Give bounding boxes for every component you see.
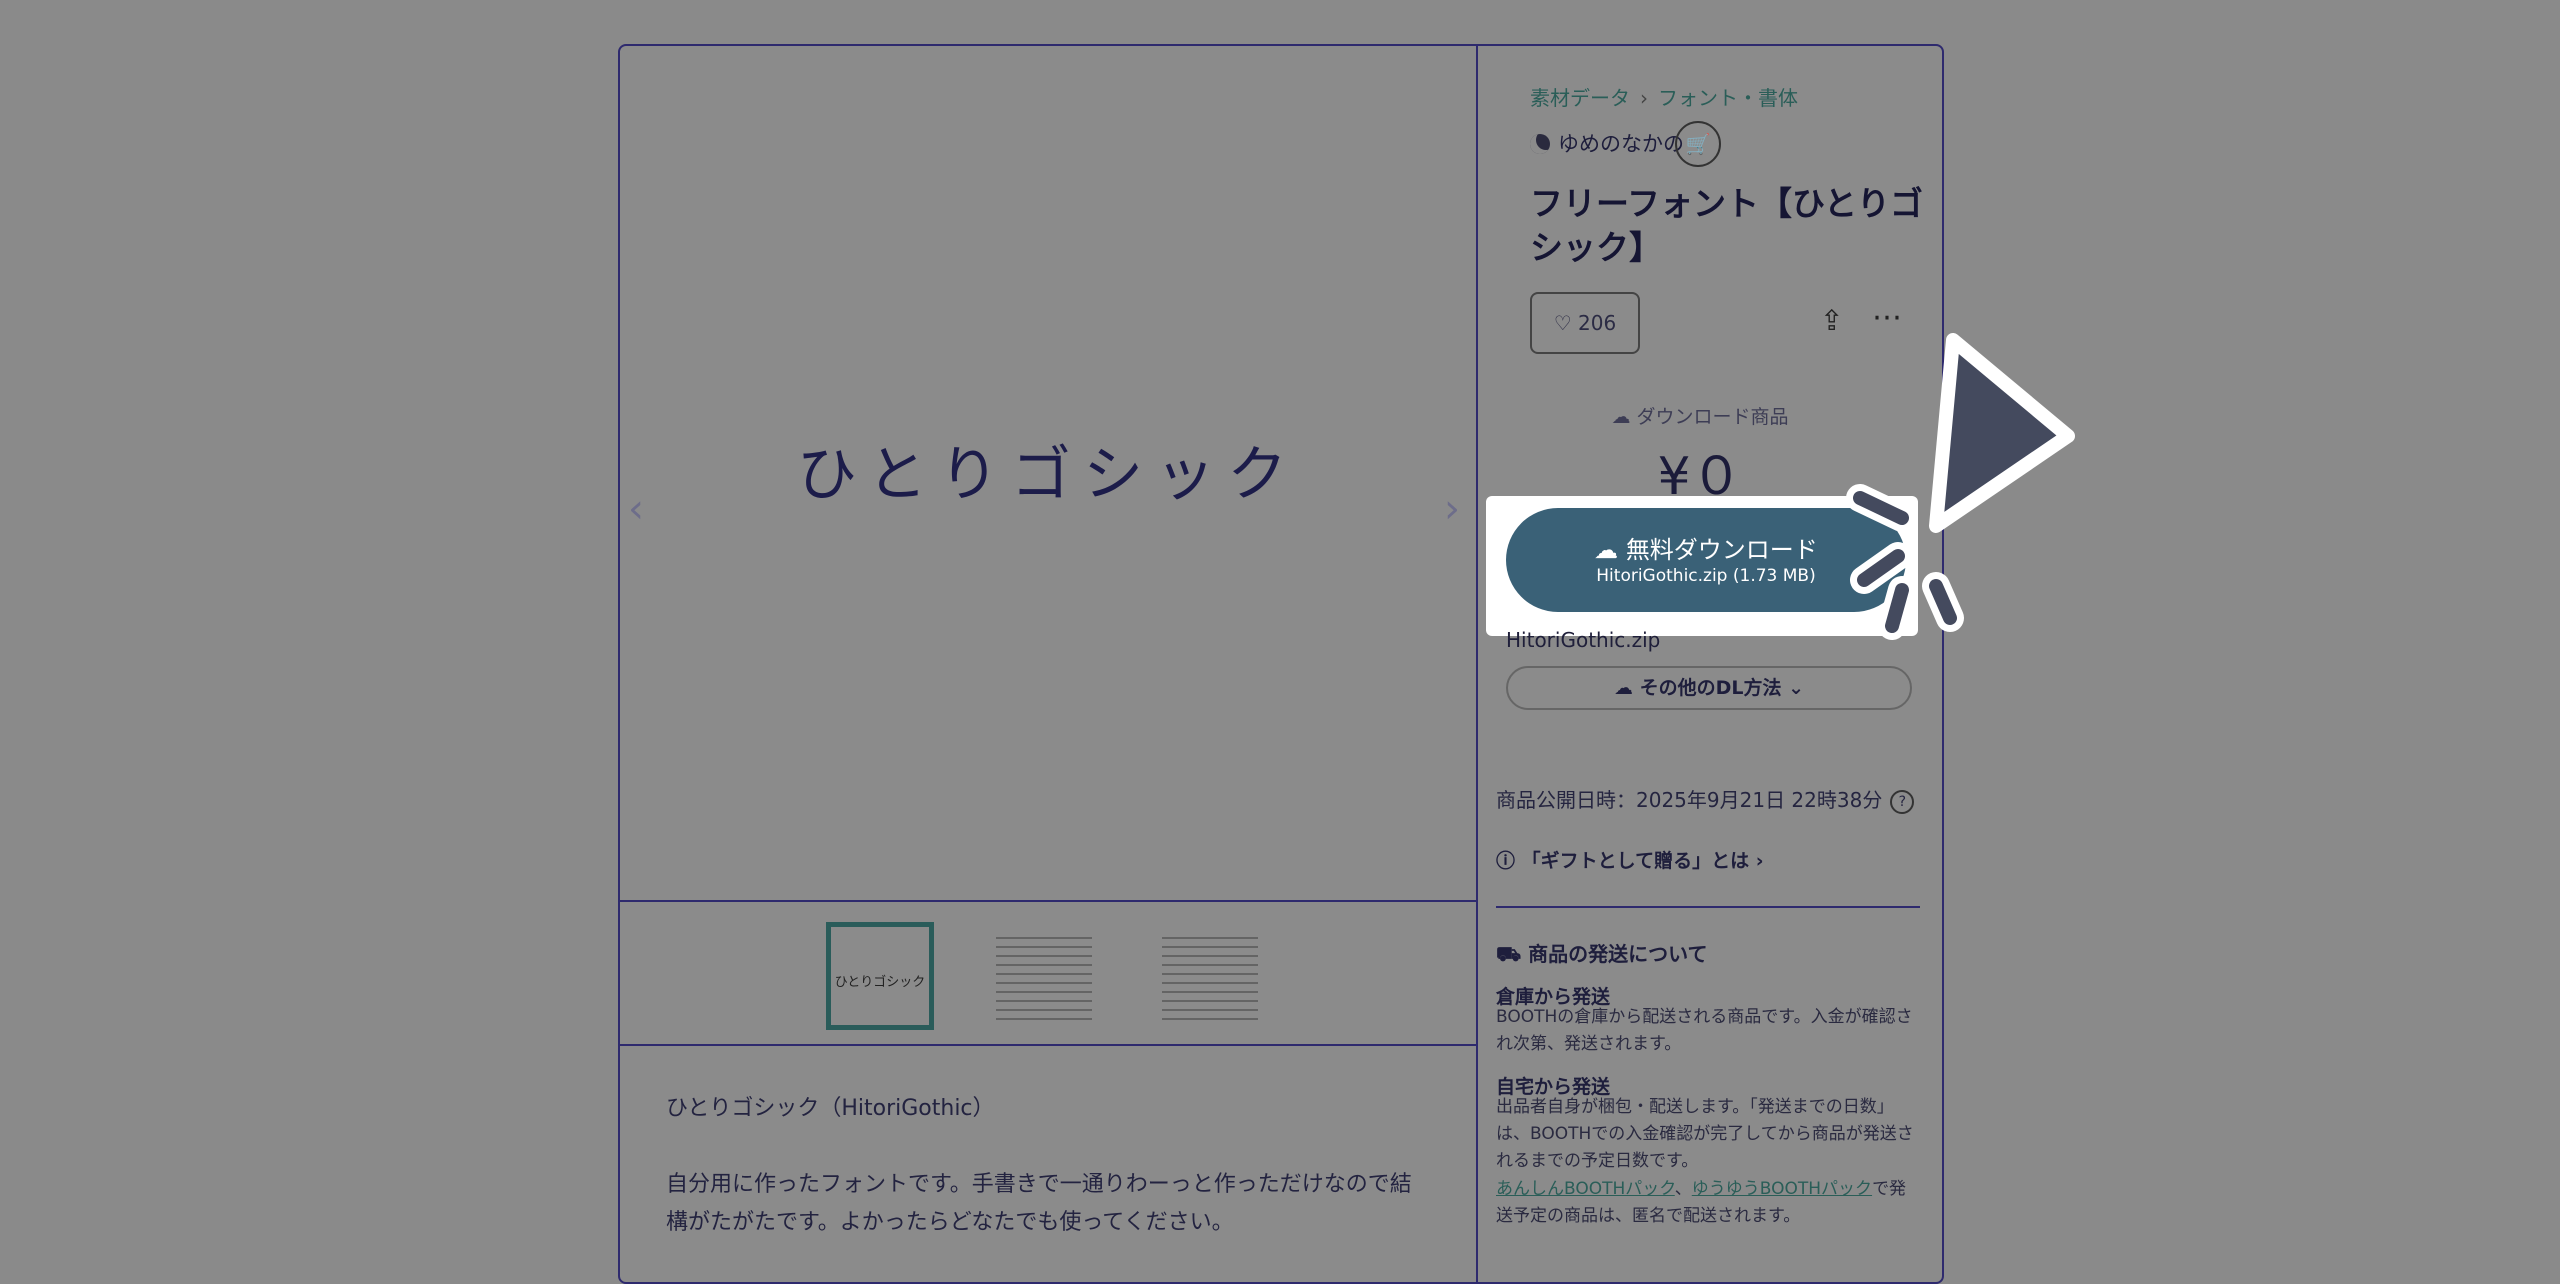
thumbnail-glyph-grid: [1162, 932, 1258, 1020]
gift-label: 「ギフトとして贈る」とは: [1521, 850, 1750, 872]
yuyu-booth-pack-link[interactable]: ゆうゆうBOOTHパック: [1692, 1179, 1872, 1199]
other-download-methods-button[interactable]: ☁ その他のDL方法 ⌄: [1506, 666, 1912, 710]
thumbnail-3[interactable]: [1156, 922, 1264, 1030]
thumbnail-label: ひとりゴシック: [834, 975, 926, 990]
cloud-download-icon: ☁: [1613, 677, 1633, 699]
like-count: 206: [1578, 311, 1617, 335]
main-image-text[interactable]: ひとりゴシック: [620, 426, 1476, 513]
pack-separator: 、: [1674, 1179, 1692, 1199]
breadcrumb-item-materials[interactable]: 素材データ: [1530, 86, 1630, 110]
thumbnail-1[interactable]: ひとりゴシック: [826, 922, 934, 1030]
shop-name: ゆめのなかの: [1558, 132, 1684, 156]
other-dl-label: その他のDL方法: [1639, 677, 1782, 699]
page-title: フリーフォント【ひとりゴシック】: [1530, 184, 1924, 267]
cart-icon[interactable]: 🛒: [1675, 121, 1721, 167]
pack-note: あんしんBOOTHパック、ゆうゆうBOOTHパックで発送予定の商品は、匿名で配送…: [1496, 1176, 1922, 1230]
chevron-right-icon: ›: [1755, 850, 1764, 872]
publish-date-text: 商品公開日時：2025年9月21日 22時38分: [1496, 788, 1883, 812]
truck-icon: ⛟: [1496, 942, 1522, 966]
prev-arrow-icon[interactable]: ‹: [628, 486, 644, 532]
question-icon[interactable]: ?: [1890, 790, 1915, 814]
question-circle-icon: ⓘ: [1496, 850, 1516, 872]
chevron-right-icon: ›: [1640, 86, 1648, 110]
warehouse-body: BOOTHの倉庫から配送される商品です。入金が確認され次第、発送されます。: [1496, 1007, 1913, 1054]
pointer-cursor-icon: [1846, 333, 2075, 640]
breadcrumb-item-fonts[interactable]: フォント・書体: [1658, 86, 1798, 110]
chevron-down-icon: ⌄: [1788, 677, 1805, 699]
gallery-divider: [620, 900, 1476, 902]
file-name: HitoriGothic.zip: [1506, 628, 1661, 652]
home-body: 出品者自身が梱包・配送します。「発送までの日数」は、BOOTHでの入金確認が完了…: [1496, 1097, 1914, 1171]
moon-icon: [1530, 134, 1550, 154]
heart-icon: ♡: [1553, 311, 1572, 335]
sidebar-divider: [1496, 906, 1920, 908]
gift-info-link[interactable]: ⓘ 「ギフトとして贈る」とは ›: [1496, 846, 1764, 873]
next-arrow-icon[interactable]: ›: [1444, 486, 1460, 532]
description-line: 構がたがたです。よかったらどなたでも使ってください。: [666, 1210, 1234, 1235]
shipping-heading-text: 商品の発送について: [1528, 942, 1708, 966]
description-line: ひとりゴシック（HitoriGothic）: [666, 1096, 995, 1121]
thumbnail-glyph-grid: [996, 932, 1092, 1020]
cloud-download-icon: ☁: [1611, 406, 1631, 428]
breadcrumb: 素材データ › フォント・書体: [1530, 82, 1798, 111]
thumbs-divider: [620, 1044, 1476, 1046]
shipping-heading: ⛟ 商品の発送について: [1496, 938, 1926, 969]
like-button[interactable]: ♡ 206: [1530, 292, 1640, 354]
column-divider: [1476, 46, 1478, 1282]
cloud-download-icon: ☁: [1594, 536, 1619, 564]
anshin-booth-pack-link[interactable]: あんしんBOOTHパック: [1496, 1179, 1675, 1199]
publish-date: 商品公開日時：2025年9月21日 22時38分?: [1496, 784, 1915, 814]
thumbnail-2[interactable]: [990, 922, 1098, 1030]
shop-link[interactable]: ゆめのなかの: [1530, 128, 1684, 158]
description-line: 自分用に作ったフォントです。手書きで一通りわーっと作っただけなので結: [666, 1172, 1412, 1197]
